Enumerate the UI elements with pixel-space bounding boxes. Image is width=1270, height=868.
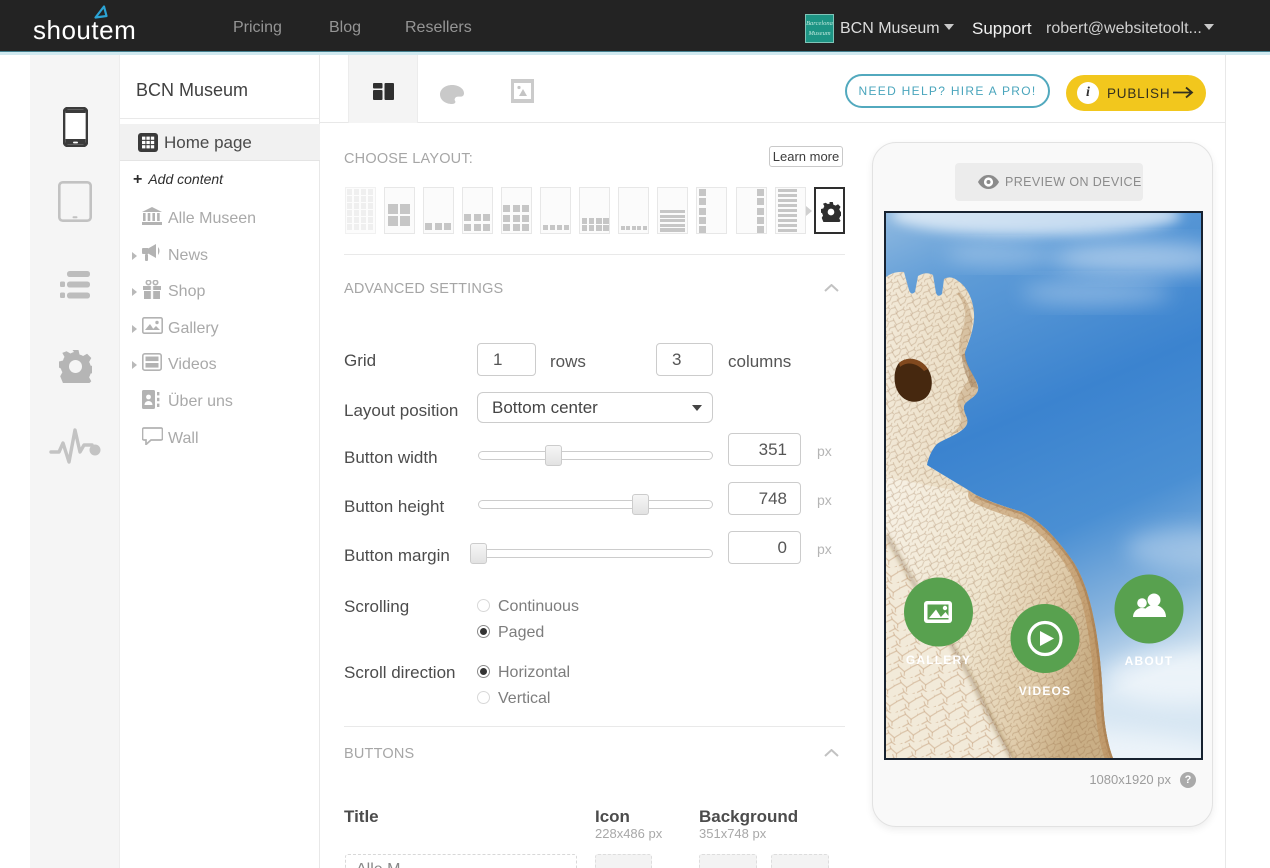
svg-text:GALLERY: GALLERY [906, 653, 971, 667]
svg-text:ABOUT: ABOUT [1125, 654, 1174, 668]
svg-text:VIDEOS: VIDEOS [1019, 684, 1072, 698]
